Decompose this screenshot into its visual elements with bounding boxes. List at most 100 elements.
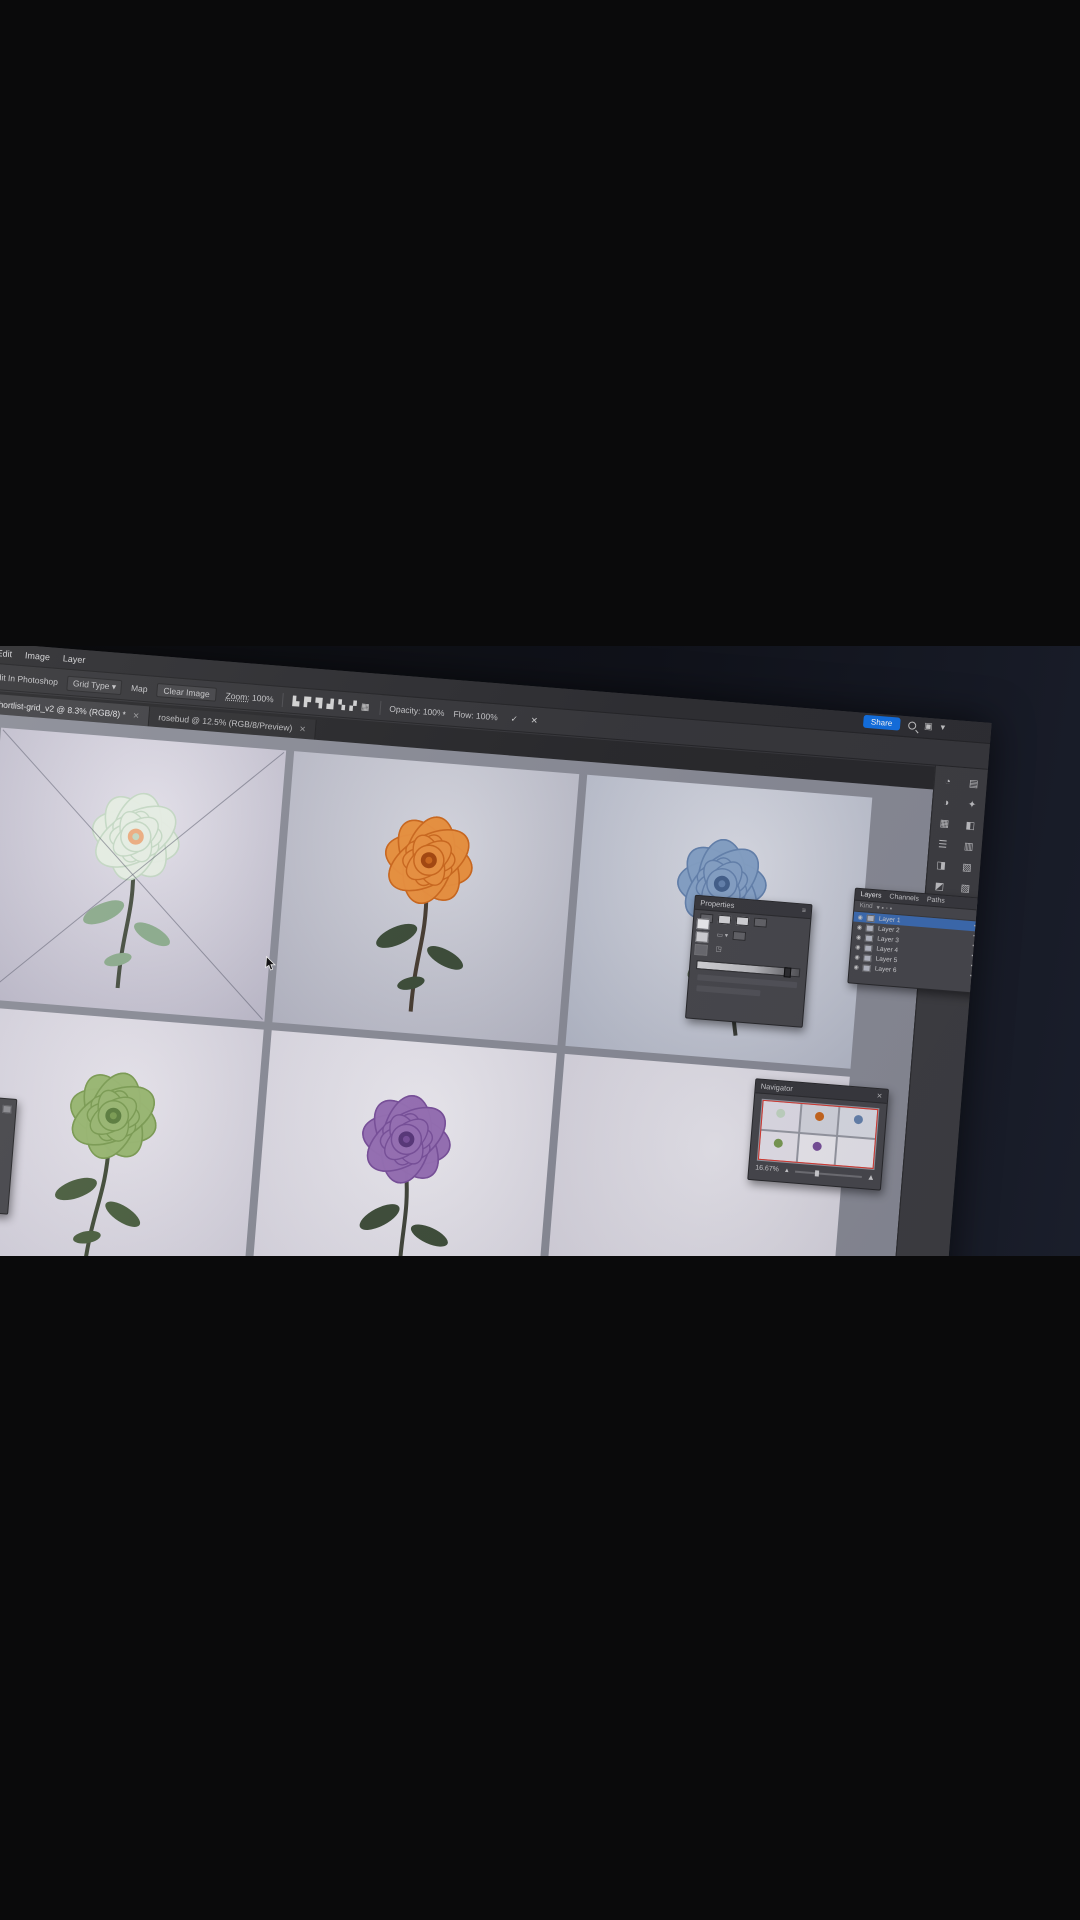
layers-panel-tab-layers[interactable]: Layers bbox=[860, 891, 882, 900]
properties-panel: Properties ≡ ▭ ▾ ◳ bbox=[685, 895, 813, 1028]
navigator-panel: Navigator ✕ 16.67% ▲ ▲ bbox=[747, 1078, 889, 1190]
canvas-tile-2[interactable] bbox=[272, 751, 579, 1045]
properties-title: Properties bbox=[700, 898, 735, 910]
menu-layer[interactable]: Layer bbox=[63, 653, 86, 665]
workspace-switcher-icon[interactable]: ▣ bbox=[924, 721, 933, 733]
visibility-eye-icon[interactable]: ◉ bbox=[853, 963, 859, 970]
history-icon[interactable]: ◔ bbox=[944, 776, 951, 787]
mouse-cursor bbox=[264, 956, 276, 972]
actions-icon[interactable]: ▥ bbox=[963, 841, 973, 853]
properties-faint-row bbox=[696, 985, 760, 996]
visibility-eye-icon[interactable]: ◉ bbox=[854, 953, 860, 960]
layers-panel-tab-paths[interactable]: Paths bbox=[927, 896, 945, 904]
prop-button[interactable] bbox=[754, 918, 768, 928]
align-bottom-icon[interactable]: ▞ bbox=[349, 700, 361, 711]
align-right-icon[interactable]: ▜ bbox=[315, 697, 327, 708]
distribute-icon[interactable]: ▦ bbox=[361, 701, 371, 712]
layer-thumbnail[interactable] bbox=[866, 924, 875, 932]
shapes-icon[interactable]: ▨ bbox=[960, 883, 970, 895]
layer-thumbnail[interactable] bbox=[865, 934, 874, 942]
app-bar-right: Share ▣ ▾ bbox=[862, 715, 945, 735]
thumb-rose-dot bbox=[812, 1141, 822, 1151]
opacity-field[interactable]: Opacity: 100% bbox=[389, 704, 445, 718]
commit-icon[interactable]: ✓ bbox=[510, 713, 518, 725]
navigator-thumb-tile-3 bbox=[838, 1107, 877, 1138]
zoom-in-icon[interactable]: ▲ bbox=[867, 1172, 876, 1182]
layers-panel-tab-channels[interactable]: Channels bbox=[889, 893, 919, 902]
layer-thumbnail[interactable] bbox=[863, 964, 872, 972]
slider-knob[interactable] bbox=[815, 1170, 819, 1176]
swatches-icon[interactable]: ▦ bbox=[939, 818, 949, 830]
panel-close-icon[interactable]: ✕ bbox=[876, 1091, 882, 1099]
gradients-icon[interactable]: ◩ bbox=[934, 881, 944, 893]
patterns-icon[interactable]: ▧ bbox=[962, 862, 972, 874]
foreground-swatch[interactable] bbox=[696, 918, 710, 930]
slider-knob[interactable] bbox=[784, 967, 792, 978]
zoom-field[interactable]: Zoom: 100% bbox=[225, 690, 274, 704]
info-icon[interactable]: ☰ bbox=[938, 839, 948, 851]
align-middle-icon[interactable]: ▚ bbox=[338, 699, 350, 710]
panel-icon[interactable] bbox=[2, 1105, 12, 1114]
prop-button[interactable] bbox=[736, 916, 750, 926]
filter-icons[interactable]: ▾ ▪ ◦ ▪ bbox=[876, 903, 892, 912]
adjustments-icon[interactable]: ◑ bbox=[943, 797, 950, 808]
zoom-out-icon[interactable]: ▲ bbox=[784, 1167, 790, 1173]
layer-thumbnail[interactable] bbox=[864, 944, 873, 952]
thumb-rose-dot bbox=[815, 1111, 825, 1121]
navigator-zoom-slider[interactable] bbox=[795, 1170, 862, 1177]
letterbox-bottom bbox=[0, 1256, 1080, 1920]
layer-thumbnail[interactable] bbox=[863, 954, 872, 962]
navigator-zoom-value[interactable]: 16.67% bbox=[755, 1164, 779, 1173]
video-frame: FileEditImageLayer Share ▣ ▾ ◤ Edit In P… bbox=[0, 0, 1080, 1920]
map-option[interactable]: Map bbox=[131, 683, 148, 694]
rose-photo bbox=[272, 751, 579, 1045]
brushes-icon[interactable]: ◨ bbox=[936, 860, 946, 872]
canvas-tile-1[interactable] bbox=[0, 728, 286, 1022]
clear-image-button[interactable]: Clear Image bbox=[156, 683, 217, 702]
thumb-rose-dot bbox=[776, 1108, 786, 1118]
background-swatch[interactable] bbox=[695, 931, 709, 943]
align-left-icon[interactable]: ▙ bbox=[292, 695, 304, 706]
layers-filter-label[interactable]: Kind bbox=[859, 902, 873, 911]
extra-swatch[interactable] bbox=[694, 944, 708, 956]
navigator-thumb-tile-2 bbox=[800, 1104, 839, 1135]
navigator-thumb-tile-1 bbox=[761, 1101, 800, 1132]
divider bbox=[379, 701, 381, 715]
cancel-icon[interactable]: ✕ bbox=[530, 715, 538, 727]
panel-menu-icon[interactable]: ≡ bbox=[802, 907, 807, 914]
flow-field[interactable]: Flow: 100% bbox=[453, 709, 498, 723]
grid-type-dropdown[interactable]: Grid Type ▾ bbox=[66, 675, 122, 694]
visibility-eye-icon[interactable]: ◉ bbox=[857, 913, 863, 920]
letterbox-top bbox=[0, 0, 1080, 646]
visibility-eye-icon[interactable]: ◉ bbox=[856, 933, 862, 940]
libraries-icon[interactable]: ✦ bbox=[967, 799, 976, 811]
menu-edit[interactable]: Edit bbox=[0, 648, 12, 659]
navigator-thumb-tile-6 bbox=[836, 1137, 875, 1168]
menu-image[interactable]: Image bbox=[25, 650, 51, 662]
prop-label: ▭ ▾ bbox=[717, 930, 729, 939]
thumb-rose-dot bbox=[853, 1114, 863, 1124]
prop-button[interactable] bbox=[733, 931, 747, 941]
tab-close-icon[interactable]: ✕ bbox=[132, 711, 139, 721]
navigator-thumb-tile-4 bbox=[759, 1131, 798, 1162]
navigator-thumb-tile-5 bbox=[798, 1134, 837, 1165]
chevron-down-icon[interactable]: ▾ bbox=[940, 722, 945, 733]
layers-rows: ◉Layer 1▪ ◦◉Layer 2▪ ◦◉Layer 3▪ ◦◉Layer … bbox=[849, 912, 983, 982]
navigator-title: Navigator bbox=[760, 1082, 793, 1094]
divider bbox=[282, 693, 284, 707]
edit-in-button[interactable]: Edit In Photoshop bbox=[0, 672, 58, 687]
align-icons: ▙ ▛ ▜ ▟ ▚ ▞ ▦ bbox=[292, 695, 371, 712]
styles-icon[interactable]: ◧ bbox=[965, 820, 975, 832]
share-button[interactable]: Share bbox=[862, 715, 900, 731]
prop-button[interactable] bbox=[718, 915, 732, 925]
layer-thumbnail[interactable] bbox=[867, 914, 876, 922]
frame-guide-x bbox=[0, 728, 286, 1022]
tab-close-icon[interactable]: ✕ bbox=[299, 724, 306, 734]
search-icon[interactable] bbox=[908, 721, 917, 730]
layers-panel: Layers Channels Paths Kind ▾ ▪ ◦ ▪ ◉Layer … bbox=[847, 888, 986, 994]
navigator-thumbnail[interactable] bbox=[757, 1099, 880, 1170]
thumb-rose-dot bbox=[774, 1138, 784, 1148]
visibility-eye-icon[interactable]: ◉ bbox=[855, 943, 861, 950]
visibility-eye-icon[interactable]: ◉ bbox=[857, 923, 863, 930]
color-icon[interactable]: ▤ bbox=[969, 778, 979, 790]
